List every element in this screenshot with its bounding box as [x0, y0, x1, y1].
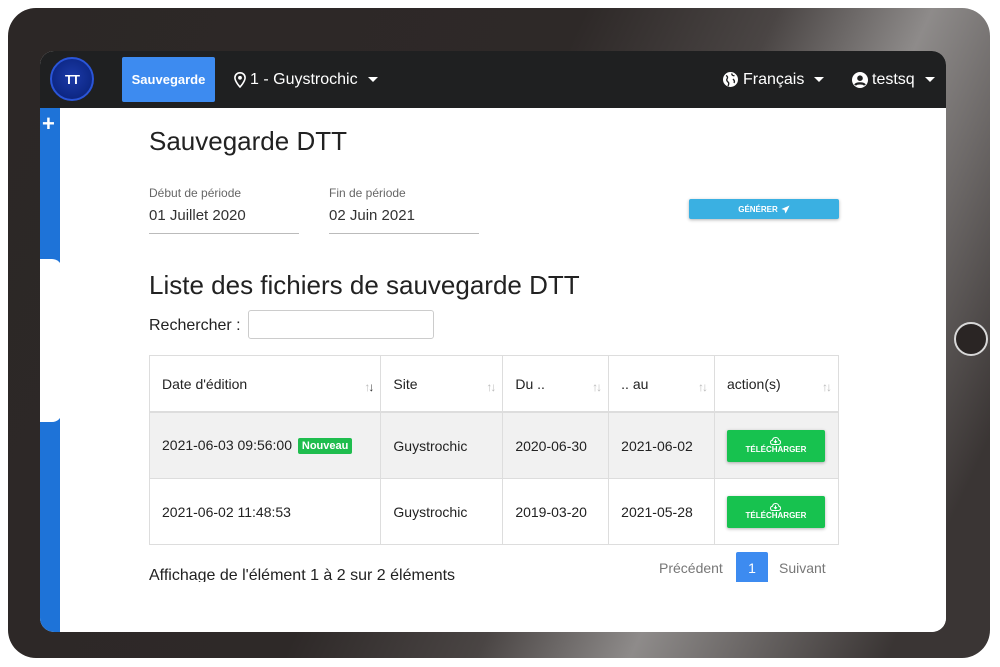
period-end-label: Fin de période — [329, 186, 406, 200]
download-label: TÉLÉCHARGER — [745, 511, 807, 520]
top-navbar: TT Sauvegarde 1 - Guystrochic Français t… — [40, 51, 946, 108]
nav-sauvegarde-button[interactable]: Sauvegarde — [122, 57, 215, 102]
column-header-label: Date d'édition — [162, 375, 248, 392]
map-marker-icon — [234, 71, 246, 88]
sort-icon: ↑↓ — [364, 380, 374, 394]
tablet-frame: TT Sauvegarde 1 - Guystrochic Français t… — [8, 8, 990, 658]
page-title: Sauvegarde DTT — [149, 126, 347, 156]
sort-icon: ↑↓ — [486, 380, 496, 394]
next-page-button[interactable]: Suivant — [779, 552, 826, 584]
column-header-to[interactable]: .. au ↑↓ — [608, 355, 715, 413]
period-end-value[interactable]: 02 Juin 2021 — [329, 207, 479, 234]
column-header-label: Site — [393, 375, 418, 392]
edition-date: 2021-06-03 09:56:00 — [162, 437, 292, 453]
cell-date: 2021-06-02 11:48:53 — [148, 478, 382, 545]
logo-text: TT — [65, 71, 80, 87]
column-header-from[interactable]: Du .. ↑↓ — [502, 355, 610, 413]
column-header-label: Du .. — [515, 375, 545, 392]
app-screen: TT Sauvegarde 1 - Guystrochic Français t… — [40, 51, 946, 632]
language-selector[interactable]: Français — [722, 51, 825, 108]
table-row: 2021-06-03 09:56:00 Nouveau Guystrochic … — [148, 411, 840, 479]
generate-label: GÉNÉRER — [738, 204, 778, 214]
app-logo[interactable]: TT — [50, 57, 94, 101]
column-header-actions[interactable]: action(s) ↑↓ — [713, 355, 840, 413]
page-number-button[interactable]: 1 — [736, 552, 768, 584]
user-label: testsq — [872, 70, 915, 88]
sort-icon: ↑↓ — [697, 380, 708, 394]
cell-to: 2021-06-02 — [608, 411, 715, 479]
download-label: TÉLÉCHARGER — [745, 445, 807, 454]
column-header-site[interactable]: Site ↑↓ — [380, 355, 504, 413]
table-row: 2021-06-02 11:48:53 Guystrochic 2019-03-… — [148, 478, 840, 545]
column-header-label: .. au — [621, 375, 649, 392]
language-label: Français — [743, 70, 805, 88]
previous-page-button[interactable]: Précédent — [659, 552, 723, 584]
cloud-download-icon — [770, 503, 782, 511]
main-content: Sauvegarde DTT Début de période 01 Juill… — [40, 108, 946, 632]
cell-from: 2019-03-20 — [502, 478, 610, 545]
chevron-down-icon — [814, 77, 825, 82]
chevron-down-icon — [924, 77, 935, 82]
chevron-down-icon — [367, 77, 378, 82]
cell-action: TÉLÉCHARGER — [713, 411, 840, 479]
sort-icon: ↑↓ — [822, 380, 832, 394]
cell-date: 2021-06-03 09:56:00 Nouveau — [148, 411, 382, 479]
new-badge: Nouveau — [297, 438, 353, 454]
download-button[interactable]: TÉLÉCHARGER — [726, 495, 825, 528]
site-selector[interactable]: 1 - Guystrochic — [234, 51, 378, 108]
table-header-row: Date d'édition ↑↓ Site ↑↓ Du .. ↑↓ .. au ↑↓ … — [148, 355, 840, 413]
edition-date: 2021-06-02 11:48:53 — [162, 503, 291, 520]
column-header-date[interactable]: Date d'édition ↑↓ — [148, 355, 382, 413]
period-end-field[interactable]: Fin de période 02 Juin 2021 — [329, 186, 479, 234]
globe-icon — [723, 72, 738, 87]
generate-button[interactable]: GÉNÉRER — [689, 199, 839, 219]
cloud-download-icon — [770, 437, 782, 445]
period-start-label: Début de période — [149, 186, 242, 200]
paper-plane-icon — [781, 204, 790, 214]
period-start-field[interactable]: Début de période 01 Juillet 2020 — [149, 186, 299, 234]
cell-from: 2020-06-30 — [502, 411, 610, 479]
cell-to: 2021-05-28 — [608, 478, 715, 545]
cell-action: TÉLÉCHARGER — [713, 478, 840, 545]
cell-site: Guystrochic — [380, 411, 504, 479]
tablet-home-button[interactable] — [954, 322, 988, 356]
column-header-label: action(s) — [726, 375, 781, 392]
user-icon — [852, 71, 868, 88]
list-title: Liste des fichiers de sauvegarde DTT — [149, 270, 580, 300]
period-start-value[interactable]: 01 Juillet 2020 — [149, 207, 299, 234]
search-input[interactable] — [248, 310, 434, 339]
cell-site: Guystrochic — [380, 478, 504, 545]
search-label: Rechercher : — [149, 317, 241, 334]
files-table: Date d'édition ↑↓ Site ↑↓ Du .. ↑↓ .. au ↑↓ … — [148, 355, 840, 545]
site-selector-label: 1 - Guystrochic — [250, 70, 358, 88]
user-menu[interactable]: testsq — [852, 51, 935, 108]
download-button[interactable]: TÉLÉCHARGER — [726, 429, 825, 462]
sort-icon: ↑↓ — [592, 380, 602, 394]
content-clip — [60, 582, 946, 632]
